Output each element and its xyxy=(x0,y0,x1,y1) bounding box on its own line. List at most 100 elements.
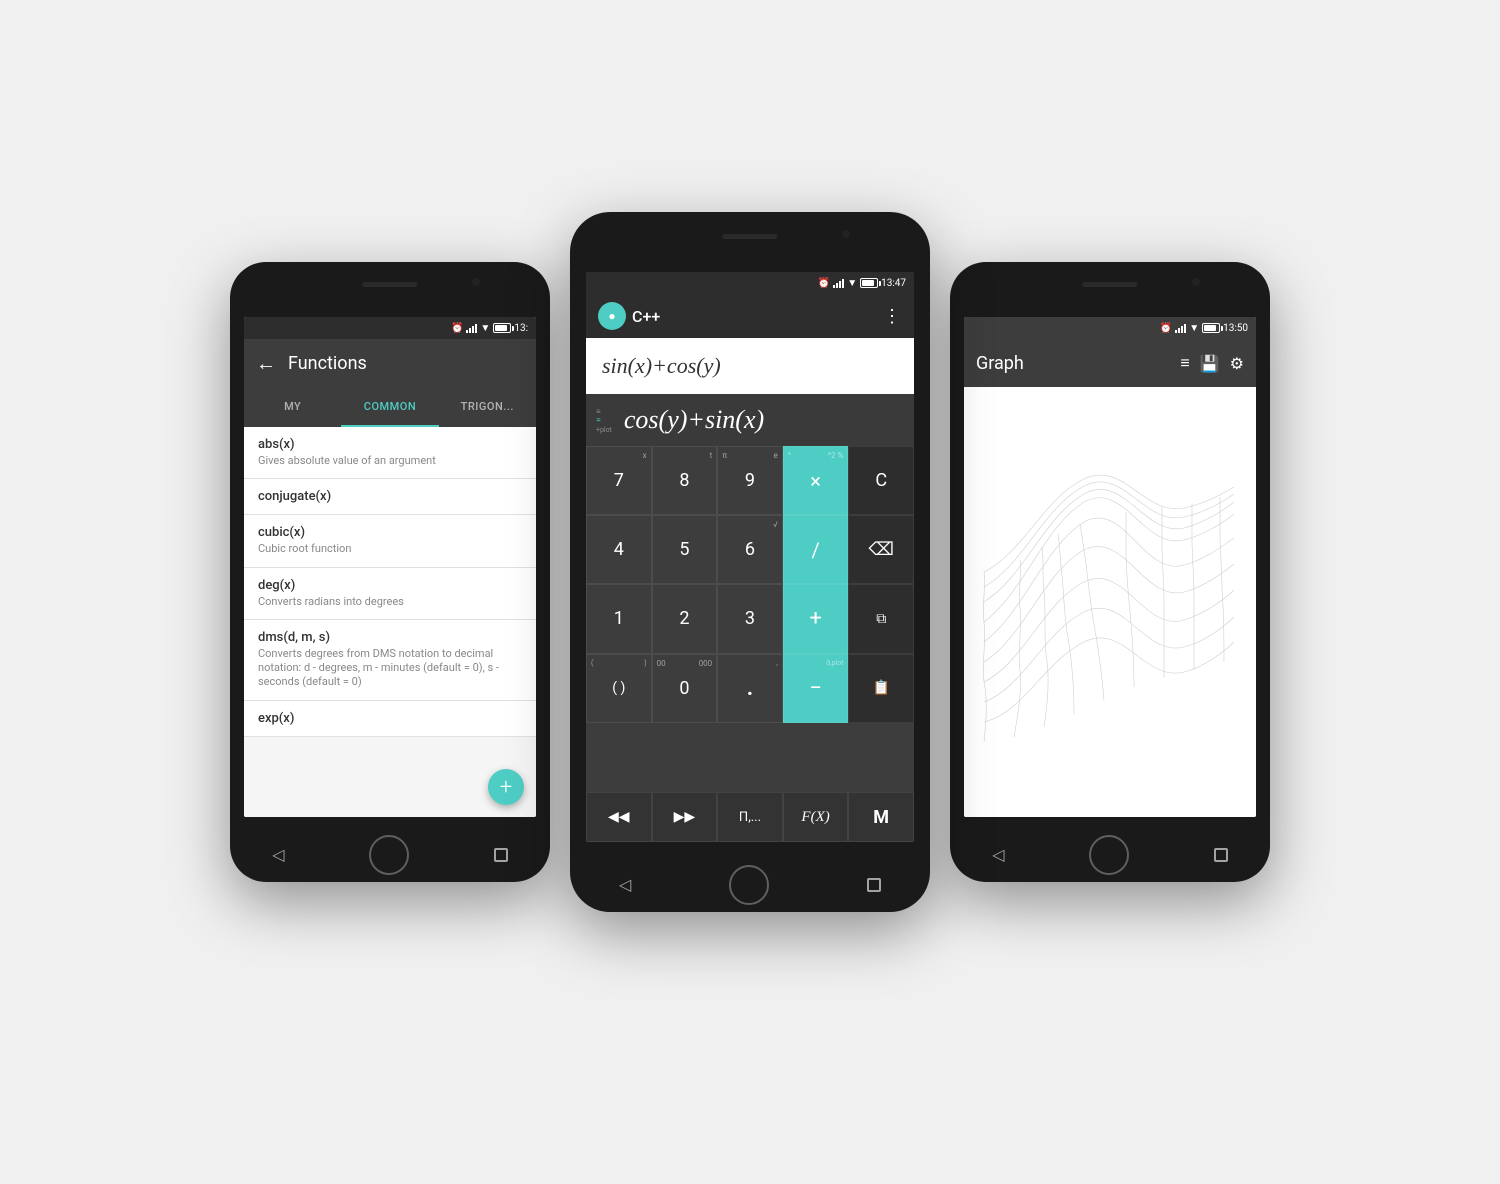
add-function-button[interactable]: + xyxy=(488,769,524,805)
key-divide[interactable]: / xyxy=(783,515,849,584)
calc-logo: ● C++ xyxy=(598,302,660,330)
settings-icon[interactable]: ⚙ xyxy=(1230,354,1244,373)
right-time: 13:50 xyxy=(1223,323,1248,334)
fn-desc-cubic: Cubic root function xyxy=(258,542,522,556)
right-alarm-icon: ⏰ xyxy=(1160,323,1172,334)
center-back-nav[interactable]: ◁ xyxy=(619,875,631,894)
key-right-arrow[interactable]: ▶▶ xyxy=(652,792,718,842)
result-equals: = xyxy=(596,416,601,426)
key-1[interactable]: 1 xyxy=(586,584,652,653)
list-item[interactable]: dms(d, m, s) Converts degrees from DMS n… xyxy=(244,620,536,701)
key-8-label: 8 xyxy=(679,470,689,491)
key-0[interactable]: 0 00 000 xyxy=(652,654,718,723)
fn-name-exp: exp(x) xyxy=(258,711,522,726)
key-caret-sup: ^ xyxy=(788,451,791,460)
menu-icon: ≡ xyxy=(596,407,601,416)
key-2[interactable]: 2 xyxy=(652,584,718,653)
list-item[interactable]: cubic(x) Cubic root function xyxy=(244,515,536,567)
expression-text: sin(x)+cos(y) xyxy=(602,353,721,379)
phone-left: ⏰ ▼ 13: ← Functions xyxy=(230,262,550,882)
center-camera xyxy=(842,230,850,238)
functions-list: abs(x) Gives absolute value of an argume… xyxy=(244,427,536,817)
key-left-arrow[interactable]: ◀◀ xyxy=(586,792,652,842)
plot-label: +plot xyxy=(596,426,612,434)
key-check-sub: √ xyxy=(773,520,778,529)
list-item[interactable]: conjugate(x) xyxy=(244,479,536,515)
fn-desc-abs: Gives absolute value of an argument xyxy=(258,454,522,468)
phone-right: ⏰ ▼ 13:50 Graph ≡ 💾 xyxy=(950,262,1270,882)
graph-header: Graph ≡ 💾 ⚙ xyxy=(964,339,1256,387)
key-9[interactable]: 9 π e xyxy=(717,446,783,515)
functions-tabs: MY COMMON TRIGON... xyxy=(244,387,536,427)
key-paste[interactable]: 📋 xyxy=(848,654,914,723)
right-nav-bar: ◁ xyxy=(950,827,1270,882)
memory-label: M xyxy=(873,807,889,828)
calc-expression[interactable]: sin(x)+cos(y) xyxy=(586,338,914,394)
key-parens[interactable]: ( ) ) ( xyxy=(586,654,652,723)
key-plus[interactable]: + xyxy=(783,584,849,653)
graph-svg xyxy=(964,387,1256,817)
key-8[interactable]: 8 t xyxy=(652,446,718,515)
key-paste-icon: 📋 xyxy=(872,680,889,696)
key-clear[interactable]: C xyxy=(848,446,914,515)
functions-header: ← Functions xyxy=(244,339,536,387)
key-pi-sup: π xyxy=(722,451,727,460)
center-signal xyxy=(833,278,844,288)
left-time: 13: xyxy=(514,323,528,334)
left-battery xyxy=(493,323,511,333)
calc-toolbar: ● C++ ⋮ xyxy=(586,294,914,338)
right-home-nav[interactable] xyxy=(1089,835,1129,875)
key-multiply-label: × xyxy=(810,469,821,493)
graph-display xyxy=(964,387,1256,817)
tab-common[interactable]: COMMON xyxy=(341,387,438,425)
calc-keypad: 7 x 8 t 9 π e × ^ ^2 % C xyxy=(586,446,914,792)
right-camera xyxy=(1192,278,1200,286)
more-options-icon[interactable]: ⋮ xyxy=(883,306,902,327)
key-7[interactable]: 7 x xyxy=(586,446,652,515)
key-3[interactable]: 3 xyxy=(717,584,783,653)
key-copy[interactable]: ⧉ xyxy=(848,584,914,653)
center-home-nav[interactable] xyxy=(729,865,769,905)
tab-trigon[interactable]: TRIGON... xyxy=(439,387,536,425)
key-backspace[interactable]: ⌫ xyxy=(848,515,914,584)
save-icon[interactable]: 💾 xyxy=(1200,354,1220,373)
key-fx[interactable]: F(X) xyxy=(783,792,849,842)
key-t-sub: t xyxy=(710,451,713,460)
fn-desc-deg: Converts radians into degrees xyxy=(258,595,522,609)
right-status-bar: ⏰ ▼ 13:50 xyxy=(964,317,1256,339)
key-dot[interactable]: . , xyxy=(717,654,783,723)
left-speaker xyxy=(363,282,418,287)
key-minus[interactable]: − ∂,plot xyxy=(783,654,849,723)
tab-my[interactable]: MY xyxy=(244,387,341,425)
right-recents-nav[interactable] xyxy=(1214,848,1228,862)
left-back-nav[interactable]: ◁ xyxy=(272,845,284,864)
list-item[interactable]: abs(x) Gives absolute value of an argume… xyxy=(244,427,536,479)
key-multiply[interactable]: × ^ ^2 % xyxy=(783,446,849,515)
fx-label: F(X) xyxy=(801,809,829,826)
calc-bottom-row: ◀◀ ▶▶ П,... F(X) M xyxy=(586,792,914,842)
left-home-nav[interactable] xyxy=(369,835,409,875)
right-speaker xyxy=(1083,282,1138,287)
right-back-nav[interactable]: ◁ xyxy=(992,845,1004,864)
list-item[interactable]: exp(x) xyxy=(244,701,536,737)
functions-title: Functions xyxy=(288,353,367,374)
left-recents-nav[interactable] xyxy=(494,848,508,862)
list-item[interactable]: deg(x) Converts radians into degrees xyxy=(244,568,536,620)
center-recents-nav[interactable] xyxy=(867,878,881,892)
fn-name-dms: dms(d, m, s) xyxy=(258,630,522,645)
center-status-bar: ⏰ ▼ 13:47 xyxy=(586,272,914,294)
key-4[interactable]: 4 xyxy=(586,515,652,584)
key-5[interactable]: 5 xyxy=(652,515,718,584)
key-memory[interactable]: M xyxy=(848,792,914,842)
right-screen: ⏰ ▼ 13:50 Graph ≡ 💾 xyxy=(964,317,1256,817)
list-view-icon[interactable]: ≡ xyxy=(1180,353,1189,373)
key-7-label: 7 xyxy=(614,470,624,491)
key-plus-label: + xyxy=(809,606,821,631)
center-alarm-icon: ⏰ xyxy=(818,278,830,289)
back-arrow-icon[interactable]: ← xyxy=(256,351,276,376)
calc-result-value: cos(y)+sin(x) xyxy=(624,405,764,435)
key-6[interactable]: 6 √ xyxy=(717,515,783,584)
key-copy-icon: ⧉ xyxy=(876,611,886,627)
key-pi-functions[interactable]: П,... xyxy=(717,792,783,842)
left-wifi-icon: ▼ xyxy=(480,323,490,334)
